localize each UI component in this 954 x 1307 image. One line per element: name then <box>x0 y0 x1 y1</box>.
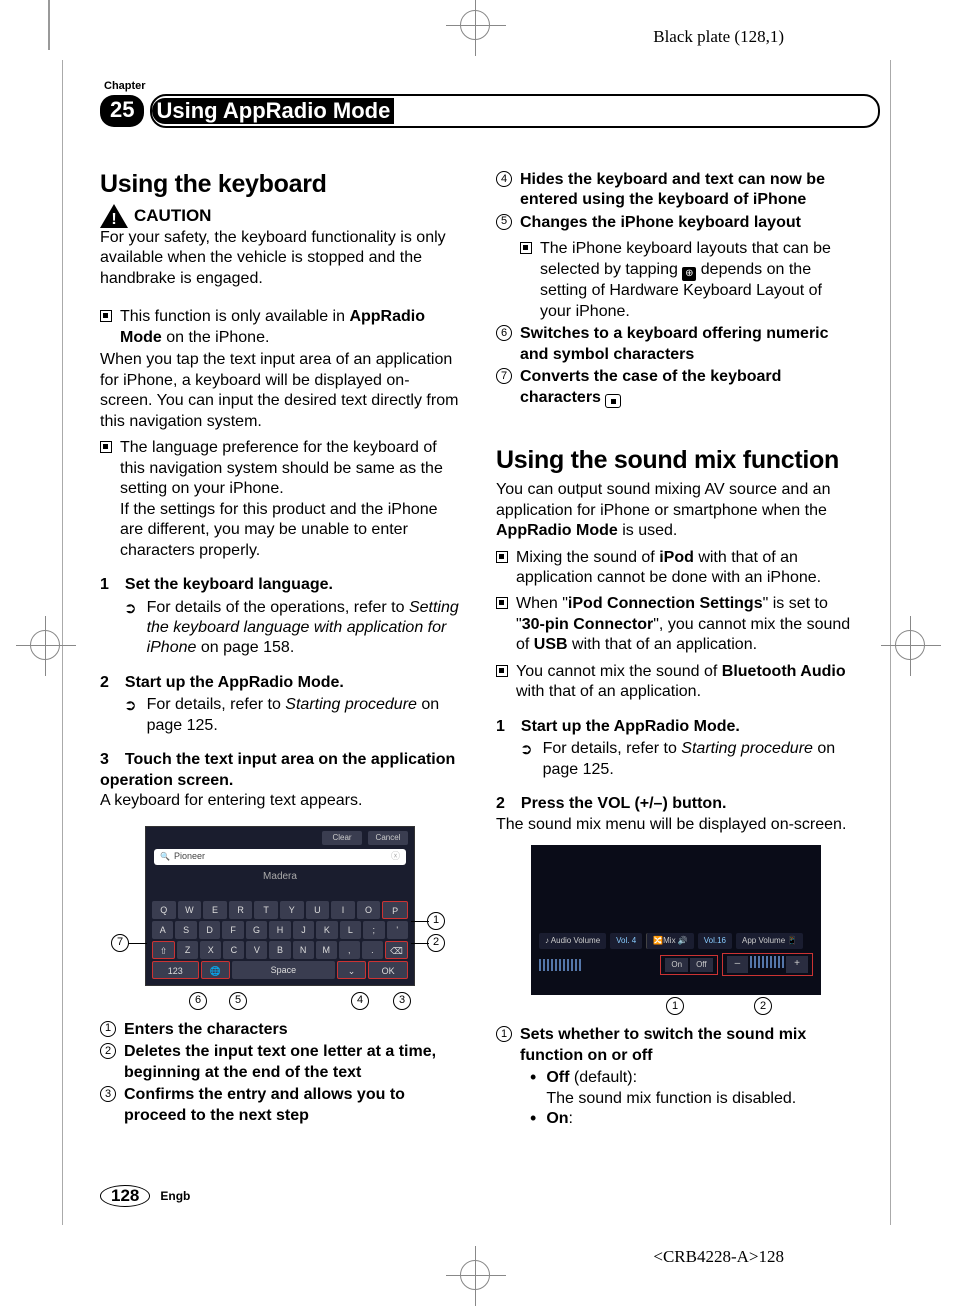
mix-onoff-toggle: OnOff <box>660 955 717 975</box>
step-2-ref: For details, refer to Starting procedure… <box>147 695 460 736</box>
kb-search-field: Pioneerⓧ <box>154 849 406 865</box>
chapter-label: Chapter <box>104 80 880 92</box>
mix-on-option: On: <box>530 1109 856 1129</box>
callout-3: 3 <box>393 992 411 1010</box>
soundmix-screenshot: ♪ Audio Volume Vol. 4 🔀Mix 🔊 Vol.16 App … <box>531 845 821 995</box>
note-bullet-icon <box>496 551 508 563</box>
keyboard-paragraph: When you tap the text input area of an a… <box>100 350 460 432</box>
legend-4: Hides the keyboard and text can now be e… <box>520 170 856 211</box>
section-title-pill: Using AppRadio Mode <box>150 94 880 128</box>
legend-num-3: 3 <box>100 1086 116 1102</box>
callout-2: 2 <box>427 934 445 952</box>
soundmix-heading: Using the sound mix function <box>496 444 856 476</box>
caution-paragraph: For your safety, the keyboard functional… <box>100 228 460 289</box>
mix-step-2-paragraph: The sound mix menu will be displayed on-… <box>496 815 856 835</box>
legend-num-7: 7 <box>496 368 512 384</box>
chapter-number: 25 <box>100 95 144 127</box>
header-row: 25 Using AppRadio Mode <box>100 94 880 128</box>
caution-label: CAUTION <box>134 205 211 227</box>
note-bullet-icon <box>520 242 532 254</box>
step-3-title: Touch the text input area on the applica… <box>100 751 455 788</box>
step-2-num: 2 <box>100 674 109 691</box>
ref-arrow-icon: ➲ <box>520 740 533 780</box>
legend-num-2: 2 <box>100 1043 116 1059</box>
legend-5: Changes the iPhone keyboard layout <box>520 213 856 233</box>
legend-num-1: 1 <box>100 1021 116 1037</box>
globe-icon: ⊕ <box>682 267 696 281</box>
keyboard-heading: Using the keyboard <box>100 168 460 200</box>
lang-code: Engb <box>160 1189 190 1203</box>
app-volume-control: –+ <box>722 953 813 976</box>
right-column: 4 Hides the keyboard and text can now be … <box>496 168 856 1130</box>
legend-6: Switches to a keyboard offering numeric … <box>520 324 856 365</box>
callout-4: 4 <box>351 992 369 1010</box>
section-title: Using AppRadio Mode <box>152 98 394 124</box>
black-plate: Black plate (128,1) <box>653 27 784 47</box>
note-appradio: This function is only available in AppRa… <box>120 307 460 348</box>
callout-5: 5 <box>229 992 247 1010</box>
app-volume-value: Vol.16 <box>698 933 732 949</box>
legend-7: Converts the case of the keyboard charac… <box>520 367 856 408</box>
callout-7: 7 <box>111 934 129 952</box>
caution-icon: ! <box>100 204 128 228</box>
left-column: Using the keyboard ! CAUTION For your sa… <box>100 168 460 1130</box>
kb-cancel-button: Cancel <box>368 831 408 845</box>
app-volume-label: App Volume 📱 <box>736 933 803 949</box>
callout-6: 6 <box>189 992 207 1010</box>
mix-callout-1: 1 <box>666 997 684 1015</box>
mix-label: 🔀Mix 🔊 <box>646 933 694 949</box>
legend-num-6: 6 <box>496 325 512 341</box>
audio-slider <box>539 959 583 971</box>
note-30pin: When "iPod Connection Settings" is set t… <box>516 594 856 655</box>
kb-row-2: ASDFGHJKL;' <box>152 921 408 939</box>
kb-suggestion: Madera <box>146 871 414 884</box>
audio-volume-label: ♪ Audio Volume <box>539 933 606 949</box>
note-bullet-icon <box>496 597 508 609</box>
step-2-title: Start up the AppRadio Mode. <box>125 674 344 691</box>
step-3-num: 3 <box>100 751 109 768</box>
step-1-num: 1 <box>100 576 109 593</box>
note-language: The language preference for the keyboard… <box>120 438 460 561</box>
callout-1: 1 <box>427 912 445 930</box>
note-bullet-icon <box>100 441 112 453</box>
legend-num-4: 4 <box>496 171 512 187</box>
document-code: <CRB4228-A>128 <box>653 1247 784 1267</box>
legend-1: Enters the characters <box>124 1020 460 1040</box>
page-number: 128 <box>100 1185 150 1207</box>
mix-step-2-num: 2 <box>496 795 505 812</box>
kb-row-1: QWERTYUIOP <box>152 901 408 919</box>
ref-arrow-icon: ➲ <box>124 696 137 736</box>
ref-arrow-icon: ➲ <box>124 599 137 659</box>
mix-callout-2: 2 <box>754 997 772 1015</box>
mix-step-1-ref: For details, refer to Starting procedure… <box>543 739 856 780</box>
end-mark-icon <box>605 394 621 408</box>
kb-row-4: 123 🌐 Space ⌄ OK <box>152 961 408 979</box>
kb-row-3: ⇧ZXCVBNM,.⌫ <box>152 941 408 959</box>
legend-5-note: The iPhone keyboard layouts that can be … <box>540 239 856 322</box>
keyboard-screenshot: Clear Cancel Pioneerⓧ Madera QWERTYUIOP … <box>135 826 425 986</box>
legend-3: Confirms the entry and allows you to pro… <box>124 1085 460 1126</box>
mix-legend-1: Sets whether to switch the sound mix fun… <box>520 1025 856 1066</box>
step-1-ref: For details of the operations, refer to … <box>147 598 460 659</box>
kb-clear-button: Clear <box>322 831 362 845</box>
mix-step-2-title: Press the VOL (+/–) button. <box>521 795 727 812</box>
note-ipod-mix: Mixing the sound of iPod with that of an… <box>516 548 856 589</box>
mix-off-option: Off (default):The sound mix function is … <box>530 1068 856 1109</box>
page-footer: 128 Engb <box>100 1185 190 1207</box>
legend-num-5: 5 <box>496 214 512 230</box>
audio-volume-value: Vol. 4 <box>610 933 642 949</box>
mix-step-1-num: 1 <box>496 718 505 735</box>
note-bullet-icon <box>100 310 112 322</box>
mix-step-1-title: Start up the AppRadio Mode. <box>521 718 740 735</box>
note-bullet-icon <box>496 665 508 677</box>
mix-legend-num-1: 1 <box>496 1026 512 1042</box>
soundmix-paragraph: You can output sound mixing AV source an… <box>496 480 856 541</box>
step-3-paragraph: A keyboard for entering text appears. <box>100 791 460 811</box>
step-1-title: Set the keyboard language. <box>125 576 333 593</box>
legend-2: Deletes the input text one letter at a t… <box>124 1042 460 1083</box>
note-bluetooth: You cannot mix the sound of Bluetooth Au… <box>516 662 856 703</box>
